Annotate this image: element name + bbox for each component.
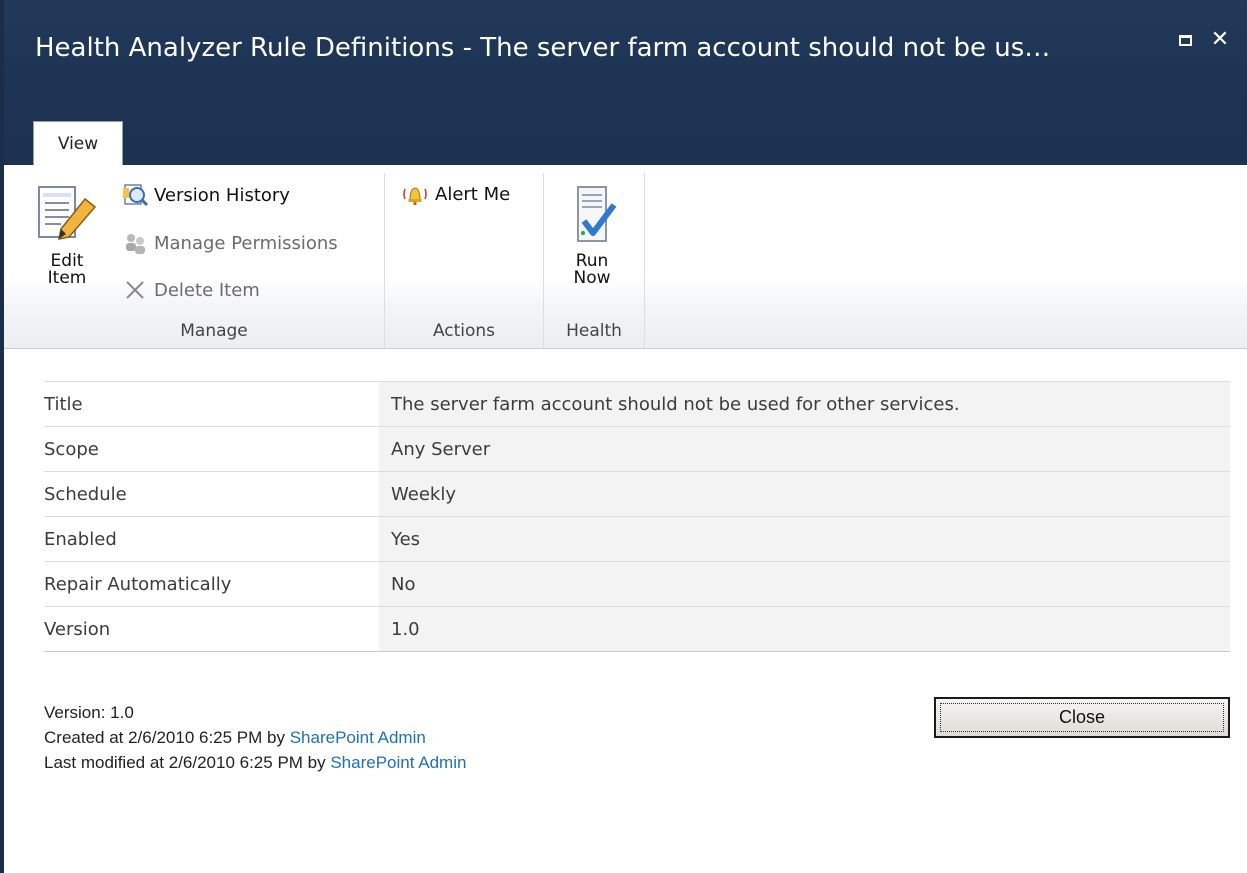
property-row: Scope Any Server	[44, 426, 1230, 472]
version-info: Version: 1.0 Created at 2/6/2010 6:25 PM…	[44, 700, 466, 775]
permissions-icon	[126, 234, 145, 254]
property-row: Title The server farm account should not…	[44, 381, 1230, 427]
dialog-titlebar: Health Analyzer Rule Definitions - The s…	[4, 0, 1247, 165]
property-value: The server farm account should not be us…	[379, 381, 1230, 427]
dialog-window: Health Analyzer Rule Definitions - The s…	[0, 0, 1247, 873]
run-now-icon	[577, 186, 617, 242]
property-label: Title	[44, 381, 379, 427]
delete-item-button[interactable]: Delete Item	[122, 277, 260, 303]
property-value: No	[379, 561, 1230, 607]
tab-view[interactable]: View	[33, 121, 123, 165]
property-label: Enabled	[44, 516, 379, 562]
maximize-icon	[1178, 34, 1192, 46]
close-dialog-button[interactable]: ✕	[1210, 27, 1230, 52]
maximize-button[interactable]	[1175, 30, 1195, 50]
property-row: Repair Automatically No	[44, 561, 1230, 607]
property-row: Enabled Yes	[44, 516, 1230, 562]
actions-group-label: Actions	[432, 321, 496, 341]
close-button[interactable]: Close	[934, 697, 1230, 738]
property-label: Repair Automatically	[44, 561, 379, 607]
health-group-label: Health	[566, 321, 622, 341]
alert-bell-icon	[403, 187, 427, 206]
manage-group-label: Manage	[180, 321, 248, 341]
version-text: Version: 1.0	[44, 703, 134, 722]
delete-icon	[126, 281, 144, 299]
run-now-button[interactable]: Run Now	[557, 185, 627, 287]
property-row: Version 1.0	[44, 606, 1230, 652]
property-value: 1.0	[379, 606, 1230, 652]
modified-by-link[interactable]: SharePoint Admin	[330, 753, 466, 772]
property-row: Schedule Weekly	[44, 471, 1230, 517]
edit-item-icon	[38, 186, 97, 240]
created-line: Created at 2/6/2010 6:25 PM by SharePoin…	[44, 728, 426, 747]
version-history-button[interactable]: Version History	[122, 182, 290, 208]
close-icon: ✕	[1210, 27, 1230, 52]
run-now-label: Run Now	[573, 251, 611, 288]
property-value: Weekly	[379, 471, 1230, 517]
edit-item-label: Edit Item	[47, 251, 87, 288]
group-divider	[644, 173, 645, 348]
property-label: Schedule	[44, 471, 379, 517]
edit-item-button[interactable]: Edit Item	[34, 185, 100, 287]
property-value: Yes	[379, 516, 1230, 562]
properties-panel: Title The server farm account should not…	[44, 381, 1230, 652]
modified-line: Last modified at 2/6/2010 6:25 PM by Sha…	[44, 753, 467, 772]
ribbon: Edit Item Version History Manage Permiss…	[4, 165, 1247, 349]
dialog-title: Health Analyzer Rule Definitions - The s…	[35, 33, 1051, 63]
properties-table: Title The server farm account should not…	[44, 381, 1230, 652]
alert-me-button[interactable]: Alert Me	[401, 182, 510, 206]
version-history-icon	[123, 184, 148, 207]
property-label: Scope	[44, 426, 379, 472]
property-label: Version	[44, 606, 379, 652]
manage-permissions-button[interactable]: Manage Permissions	[122, 230, 338, 256]
focus-ring	[940, 703, 1224, 732]
created-by-link[interactable]: SharePoint Admin	[290, 728, 426, 747]
property-value: Any Server	[379, 426, 1230, 472]
